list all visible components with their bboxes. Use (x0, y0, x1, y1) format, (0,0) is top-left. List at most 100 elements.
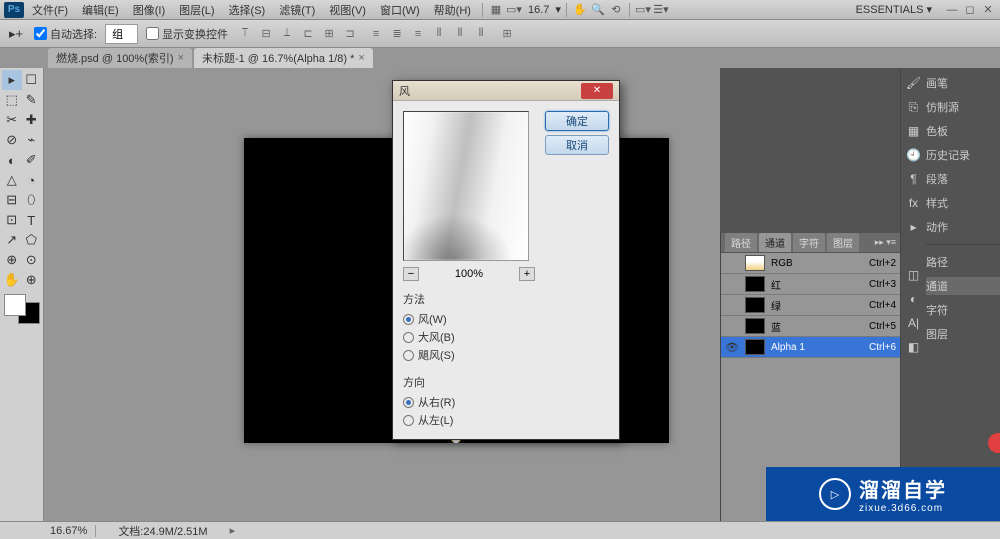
tab-close-icon[interactable]: × (358, 52, 364, 64)
status-zoom[interactable]: 16.67% (50, 525, 96, 537)
marquee-tool[interactable]: ☐ (22, 70, 42, 90)
direction-left-radio[interactable]: 从左(L) (403, 411, 535, 429)
eyedropper-tool[interactable]: ✚ (22, 110, 42, 130)
paragraph-panel-icon[interactable]: ¶ (904, 170, 924, 188)
stamp-tool[interactable]: ◐ (2, 150, 22, 170)
layers-panel-icon[interactable]: ◧ (904, 338, 924, 356)
channel-row[interactable]: RGBCtrl+2 (721, 253, 900, 274)
shape-tool[interactable]: ⬠ (22, 230, 42, 250)
3d-camera-tool[interactable]: ⊙ (22, 250, 42, 270)
swatches-panel-icon[interactable]: ▦ (904, 122, 924, 140)
heal-tool[interactable]: ⊘ (2, 130, 22, 150)
auto-select-checkbox[interactable]: 自动选择: (34, 26, 97, 42)
cancel-button[interactable]: 取消 (545, 135, 609, 155)
maximize-icon[interactable]: ◻ (962, 3, 978, 17)
color-swatch[interactable] (4, 294, 40, 324)
panel-label[interactable]: 动作 (926, 218, 1000, 236)
actions-panel-icon[interactable]: ▸ (904, 218, 924, 236)
move-tool-icon[interactable]: ▸+ (6, 24, 26, 44)
minimize-icon[interactable]: — (944, 3, 960, 17)
channel-row[interactable]: 红Ctrl+3 (721, 274, 900, 295)
tab-close-icon[interactable]: × (178, 52, 184, 64)
zoom-out-button[interactable]: − (403, 267, 419, 281)
dialog-titlebar[interactable]: 风 ✕ (393, 81, 619, 101)
dist-bottom-icon[interactable]: ≡ (409, 25, 427, 43)
character-panel-icon[interactable]: A| (904, 314, 924, 332)
3d-tool[interactable]: ⊕ (2, 250, 22, 270)
paths-panel-icon[interactable]: ◫ (904, 266, 924, 284)
path-tool[interactable]: ↗ (2, 230, 22, 250)
fg-color[interactable] (4, 294, 26, 316)
dist-right-icon[interactable]: ⦀ (472, 25, 490, 43)
menu-view[interactable]: 视图(V) (323, 0, 372, 20)
panel-label[interactable]: 段落 (926, 170, 1000, 188)
dodge-tool[interactable]: ⬯ (22, 190, 42, 210)
align-hcenter-icon[interactable]: ⊞ (320, 25, 338, 43)
menu-window[interactable]: 窗口(W) (374, 0, 426, 20)
history-panel-icon[interactable]: 🕘 (904, 146, 924, 164)
zoom-tool[interactable]: ⊕ (22, 270, 42, 290)
menu-edit[interactable]: 编辑(E) (76, 0, 125, 20)
panel-label[interactable]: 通道 (926, 277, 1000, 295)
auto-select-dropdown[interactable]: 组 (105, 24, 138, 44)
workspace-switcher[interactable]: ESSENTIALS ▾ (848, 1, 940, 18)
channel-row[interactable]: 绿Ctrl+4 (721, 295, 900, 316)
lasso-tool[interactable]: ⬚ (2, 90, 22, 110)
screen-mode-icon[interactable]: ▭▾ (635, 2, 651, 18)
clone-panel-icon[interactable]: ⎘ (904, 98, 924, 116)
zoom-icon[interactable]: 🔍 (590, 2, 606, 18)
launch-bridge-icon[interactable]: ▦ (488, 2, 504, 18)
show-transform-checkbox[interactable]: 显示变换控件 (146, 26, 228, 42)
tab-layers[interactable]: 图层 (827, 233, 859, 252)
menu-layer[interactable]: 图层(L) (173, 0, 220, 20)
quick-select-tool[interactable]: ✎ (22, 90, 42, 110)
align-bottom-icon[interactable]: ⟘ (278, 25, 296, 43)
menu-image[interactable]: 图像(I) (127, 0, 171, 20)
channels-panel-icon[interactable]: ◐ (904, 290, 924, 308)
gradient-tool[interactable]: ◔ (22, 170, 42, 190)
filter-preview[interactable] (403, 111, 529, 261)
type-tool[interactable]: T (22, 210, 42, 230)
channel-row[interactable]: 蓝Ctrl+5 (721, 316, 900, 337)
hand-tool[interactable]: ✋ (2, 270, 22, 290)
panel-label[interactable]: 样式 (926, 194, 1000, 212)
pen-tool[interactable]: ⊡ (2, 210, 22, 230)
crop-tool[interactable]: ✂ (2, 110, 22, 130)
menu-select[interactable]: 选择(S) (223, 0, 272, 20)
styles-panel-icon[interactable]: fx (904, 194, 924, 212)
brush-panel-icon[interactable]: 🖌 (904, 74, 924, 92)
status-doc-size[interactable]: 文档:24.9M/2.51M (118, 523, 207, 539)
history-brush-tool[interactable]: ✐ (22, 150, 42, 170)
dist-vcenter-icon[interactable]: ≣ (388, 25, 406, 43)
panel-label[interactable]: 历史记录 (926, 146, 1000, 164)
dist-hcenter-icon[interactable]: ⦀ (451, 25, 469, 43)
method-blast-radio[interactable]: 大风(B) (403, 328, 535, 346)
method-stagger-radio[interactable]: 飓风(S) (403, 346, 535, 364)
panel-label[interactable]: 画笔 (926, 74, 1000, 92)
visibility-icon[interactable]: 👁 (725, 341, 739, 354)
rotate-icon[interactable]: ⟲ (608, 2, 624, 18)
dist-left-icon[interactable]: ⦀ (430, 25, 448, 43)
menu-file[interactable]: 文件(F) (26, 0, 74, 20)
menu-help[interactable]: 帮助(H) (428, 0, 477, 20)
close-icon[interactable]: ✕ (980, 3, 996, 17)
menu-filter[interactable]: 滤镜(T) (273, 0, 321, 20)
tab-channels[interactable]: 通道 (759, 233, 791, 252)
align-vcenter-icon[interactable]: ⊟ (257, 25, 275, 43)
align-right-icon[interactable]: ⊐ (341, 25, 359, 43)
ok-button[interactable]: 确定 (545, 111, 609, 131)
auto-align-icon[interactable]: ⊞ (498, 25, 516, 43)
panel-menu-icon[interactable]: ▸▸ ▾≡ (875, 237, 896, 248)
zoom-in-button[interactable]: + (519, 267, 535, 281)
hand-icon[interactable]: ✋ (572, 2, 588, 18)
document-tab[interactable]: 未标题-1 @ 16.7%(Alpha 1/8) * × (194, 48, 373, 68)
tab-character[interactable]: 字符 (793, 233, 825, 252)
panel-label[interactable]: 仿制源 (926, 98, 1000, 116)
move-tool[interactable]: ▸ (2, 70, 22, 90)
brush-tool[interactable]: ⌁ (22, 130, 42, 150)
align-left-icon[interactable]: ⊏ (299, 25, 317, 43)
eraser-tool[interactable]: △ (2, 170, 22, 190)
panel-label[interactable]: 色板 (926, 122, 1000, 140)
arrange-documents-icon[interactable]: ▭▾ (506, 2, 522, 18)
align-top-icon[interactable]: ⟙ (236, 25, 254, 43)
